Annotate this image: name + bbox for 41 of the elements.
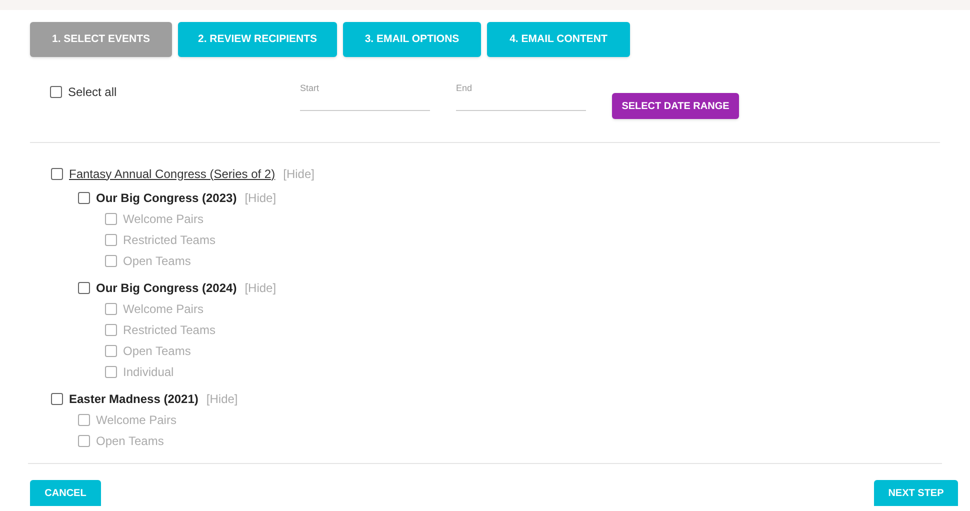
checkbox[interactable]	[50, 86, 62, 98]
checkbox[interactable]	[105, 302, 117, 314]
checkbox[interactable]	[78, 282, 90, 294]
select-date-range-button[interactable]: SELECT DATE RANGE	[612, 93, 739, 119]
date-field[interactable]: End	[456, 77, 586, 111]
checkbox[interactable]	[51, 168, 63, 180]
step-tab[interactable]: 4. EMAIL CONTENT	[487, 22, 630, 57]
checkbox[interactable]	[78, 192, 90, 204]
select-all-label: Select all	[68, 84, 117, 101]
checkbox[interactable]	[78, 414, 90, 426]
session-label: Welcome Pairs	[123, 300, 204, 318]
session-label: Individual	[123, 364, 174, 380]
hide-link[interactable]: [Hide]	[206, 390, 238, 408]
session-label: Restricted Teams	[123, 232, 216, 248]
checkbox[interactable]	[105, 234, 117, 246]
session-label: Open Teams	[96, 432, 164, 450]
session-label: Welcome Pairs	[96, 412, 176, 428]
step-tab[interactable]: 2. REVIEW RECIPIENTS	[178, 22, 337, 57]
checkbox[interactable]	[105, 254, 117, 266]
checkbox[interactable]	[105, 344, 117, 356]
cancel-button[interactable]: CANCEL	[30, 480, 101, 506]
event-label: Our Big Congress (2024)	[96, 280, 237, 296]
checkbox[interactable]	[105, 212, 117, 224]
series-link[interactable]: Fantasy Annual Congress (Series of 2)	[69, 164, 276, 182]
hide-link[interactable]: [Hide]	[244, 278, 276, 296]
session-label: Open Teams	[123, 252, 191, 270]
step-tab[interactable]: 1. SELECT EVENTS	[30, 22, 172, 57]
checkbox[interactable]	[51, 392, 63, 404]
checkbox[interactable]	[105, 324, 117, 336]
hide-link[interactable]: [Hide]	[283, 164, 314, 182]
checkbox[interactable]	[105, 366, 117, 378]
date-field[interactable]: Start	[300, 77, 430, 111]
next-step-button[interactable]: NEXT STEP	[874, 480, 958, 506]
session-label: Open Teams	[123, 342, 191, 360]
checkbox[interactable]	[78, 434, 90, 446]
session-label: Restricted Teams	[123, 322, 216, 338]
event-label: Our Big Congress (2023)	[96, 190, 237, 206]
session-label: Welcome Pairs	[123, 210, 204, 228]
step-tab[interactable]: 3. EMAIL OPTIONS	[343, 22, 481, 57]
event-label: Easter Madness (2021)	[69, 390, 198, 408]
hide-link[interactable]: [Hide]	[244, 188, 276, 206]
